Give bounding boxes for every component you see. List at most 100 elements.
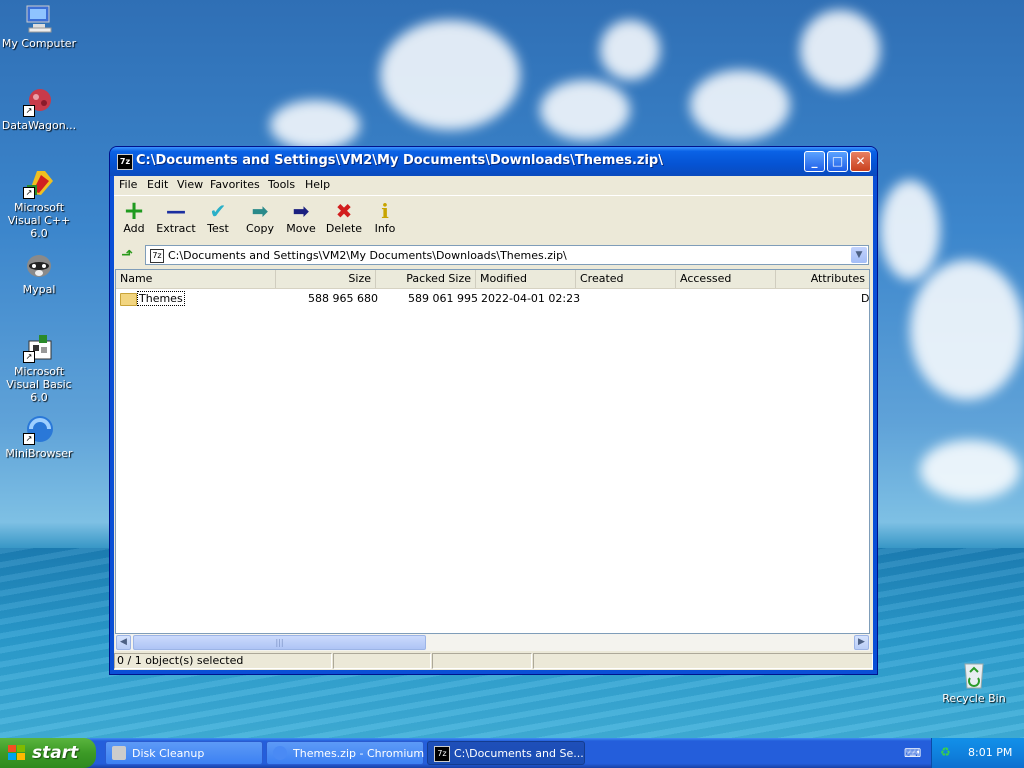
start-button[interactable]: start: [0, 738, 96, 768]
7z-icon: 7z: [434, 746, 450, 762]
minimize-button[interactable]: _: [804, 151, 825, 172]
desktop-icon-visual-cpp[interactable]: ↗ Microsoft Visual C++ 6.0: [0, 167, 79, 240]
arrow-right-icon: ➡: [292, 199, 310, 223]
task-7zip[interactable]: 7z C:\Documents and Se...: [427, 741, 585, 765]
desktop-icon-label: Recycle Bin: [942, 692, 1006, 705]
scroll-left-icon[interactable]: ◀: [116, 635, 131, 650]
file-list[interactable]: Name Size Packed Size Modified Created A…: [115, 269, 870, 634]
start-label: start: [32, 743, 79, 763]
status-panel: [533, 653, 873, 669]
network-icon[interactable]: ♻: [940, 745, 954, 759]
menu-file[interactable]: File: [119, 178, 137, 191]
status-panel: [432, 653, 532, 669]
task-disk-cleanup[interactable]: Disk Cleanup: [105, 741, 263, 765]
chevron-down-icon[interactable]: ▼: [851, 247, 867, 263]
column-accessed[interactable]: Accessed: [676, 270, 776, 288]
menu-bar: File Edit View Favorites Tools Help: [114, 176, 873, 194]
menu-help[interactable]: Help: [305, 178, 330, 191]
close-button[interactable]: ✕: [850, 151, 871, 172]
x-icon: ✖: [335, 199, 353, 223]
datawagon-icon: ↗: [23, 85, 55, 117]
task-label: Disk Cleanup: [132, 747, 205, 760]
status-panel: [333, 653, 431, 669]
menu-favorites[interactable]: Favorites: [210, 178, 260, 191]
recycle-bin-icon: [958, 658, 990, 690]
task-chromium[interactable]: Themes.zip - Chromium: [266, 741, 424, 765]
toolbar-label: Add: [123, 222, 145, 235]
toolbar-label: Copy: [246, 222, 274, 235]
windows-logo-icon: [8, 745, 26, 761]
menu-view[interactable]: View: [177, 178, 203, 191]
horizontal-scrollbar[interactable]: ◀ ||| ▶: [115, 634, 870, 651]
row-packed-size: 589 061 995: [408, 292, 478, 305]
extract-button[interactable]: — Extract: [154, 200, 198, 235]
window-title: C:\Documents and Settings\VM2\My Documen…: [136, 153, 663, 168]
desktop-icon-datawagon[interactable]: ↗ DataWagon...: [0, 85, 79, 132]
column-created[interactable]: Created: [576, 270, 676, 288]
taskbar: start Disk Cleanup Themes.zip - Chromium…: [0, 738, 1024, 768]
file-manager-window[interactable]: 7z C:\Documents and Settings\VM2\My Docu…: [110, 147, 877, 674]
desktop-icon-my-computer[interactable]: My Computer: [0, 3, 79, 50]
cloud: [380, 20, 520, 130]
maximize-button[interactable]: □: [827, 151, 848, 172]
desktop-icon-label: Microsoft Visual C++ 6.0: [7, 201, 71, 240]
move-button[interactable]: ➡ Move: [279, 200, 323, 235]
row-name: Themes: [137, 291, 185, 306]
address-field[interactable]: 7z C:\Documents and Settings\VM2\My Docu…: [145, 245, 869, 265]
shortcut-arrow-icon: ↗: [23, 351, 35, 363]
copy-button[interactable]: ➡ Copy: [238, 200, 282, 235]
cloud: [880, 180, 940, 280]
desktop-icon-visual-basic[interactable]: ↗ Microsoft Visual Basic 6.0: [0, 331, 79, 404]
toolbar: + Add — Extract ✔ Test ➡ Copy ➡ Move ✖ D…: [114, 195, 873, 242]
task-label: Themes.zip - Chromium: [293, 747, 425, 760]
folder-icon: [120, 293, 137, 306]
scroll-right-icon[interactable]: ▶: [854, 635, 869, 650]
delete-button[interactable]: ✖ Delete: [322, 200, 366, 235]
desktop-icon-label: My Computer: [1, 37, 77, 50]
shortcut-arrow-icon: ↗: [23, 433, 35, 445]
toolbar-label: Test: [207, 222, 229, 235]
toolbar-label: Info: [374, 222, 396, 235]
scrollbar-thumb[interactable]: |||: [133, 635, 426, 650]
up-folder-button[interactable]: ⬏: [118, 247, 136, 265]
address-bar: ⬏ 7z C:\Documents and Settings\VM2\My Do…: [114, 243, 873, 267]
desktop-icon-minibrowser[interactable]: ↗ MiniBrowser: [0, 413, 79, 460]
info-icon: i: [381, 199, 389, 223]
desktop: My Computer ↗ DataWagon... ↗ Microsoft V…: [0, 0, 1024, 768]
column-name[interactable]: Name: [116, 270, 276, 288]
toolbar-label: Extract: [156, 222, 196, 235]
row-size: 588 965 680: [308, 292, 378, 305]
add-button[interactable]: + Add: [112, 196, 156, 235]
7zip-icon: 7z: [117, 154, 133, 170]
address-text: C:\Documents and Settings\VM2\My Documen…: [168, 249, 567, 262]
menu-tools[interactable]: Tools: [268, 178, 295, 191]
title-bar[interactable]: 7z C:\Documents and Settings\VM2\My Docu…: [110, 147, 877, 176]
clock[interactable]: 8:01 PM: [968, 746, 1012, 759]
column-packed-size[interactable]: Packed Size: [376, 270, 476, 288]
cloud: [800, 10, 880, 90]
row-attributes: D: [861, 292, 870, 305]
disk-cleanup-icon: [112, 746, 126, 760]
column-size[interactable]: Size: [276, 270, 376, 288]
test-button[interactable]: ✔ Test: [196, 200, 240, 235]
info-button[interactable]: i Info: [363, 200, 407, 235]
keyboard-icon[interactable]: ⌨: [904, 747, 921, 759]
minus-icon: —: [166, 199, 186, 223]
desktop-icon-label: Microsoft Visual Basic 6.0: [6, 365, 72, 404]
cloud: [540, 80, 630, 140]
column-attributes[interactable]: Attributes: [776, 270, 869, 288]
column-modified[interactable]: Modified: [476, 270, 576, 288]
check-icon: ✔: [209, 199, 227, 223]
list-header: Name Size Packed Size Modified Created A…: [116, 270, 869, 289]
cloud: [910, 260, 1024, 400]
desktop-icon-recycle-bin[interactable]: Recycle Bin: [934, 658, 1014, 705]
menu-edit[interactable]: Edit: [147, 178, 168, 191]
row-modified: 2022-04-01 02:23: [481, 292, 581, 305]
cloud: [600, 20, 660, 80]
window-client-area: File Edit View Favorites Tools Help + Ad…: [114, 176, 873, 670]
desktop-icon-mypal[interactable]: Mypal: [0, 249, 79, 296]
toolbar-label: Delete: [325, 222, 363, 235]
plus-icon: +: [123, 196, 145, 226]
system-tray: ♻ 8:01 PM: [931, 738, 1024, 768]
cloud: [270, 100, 360, 150]
